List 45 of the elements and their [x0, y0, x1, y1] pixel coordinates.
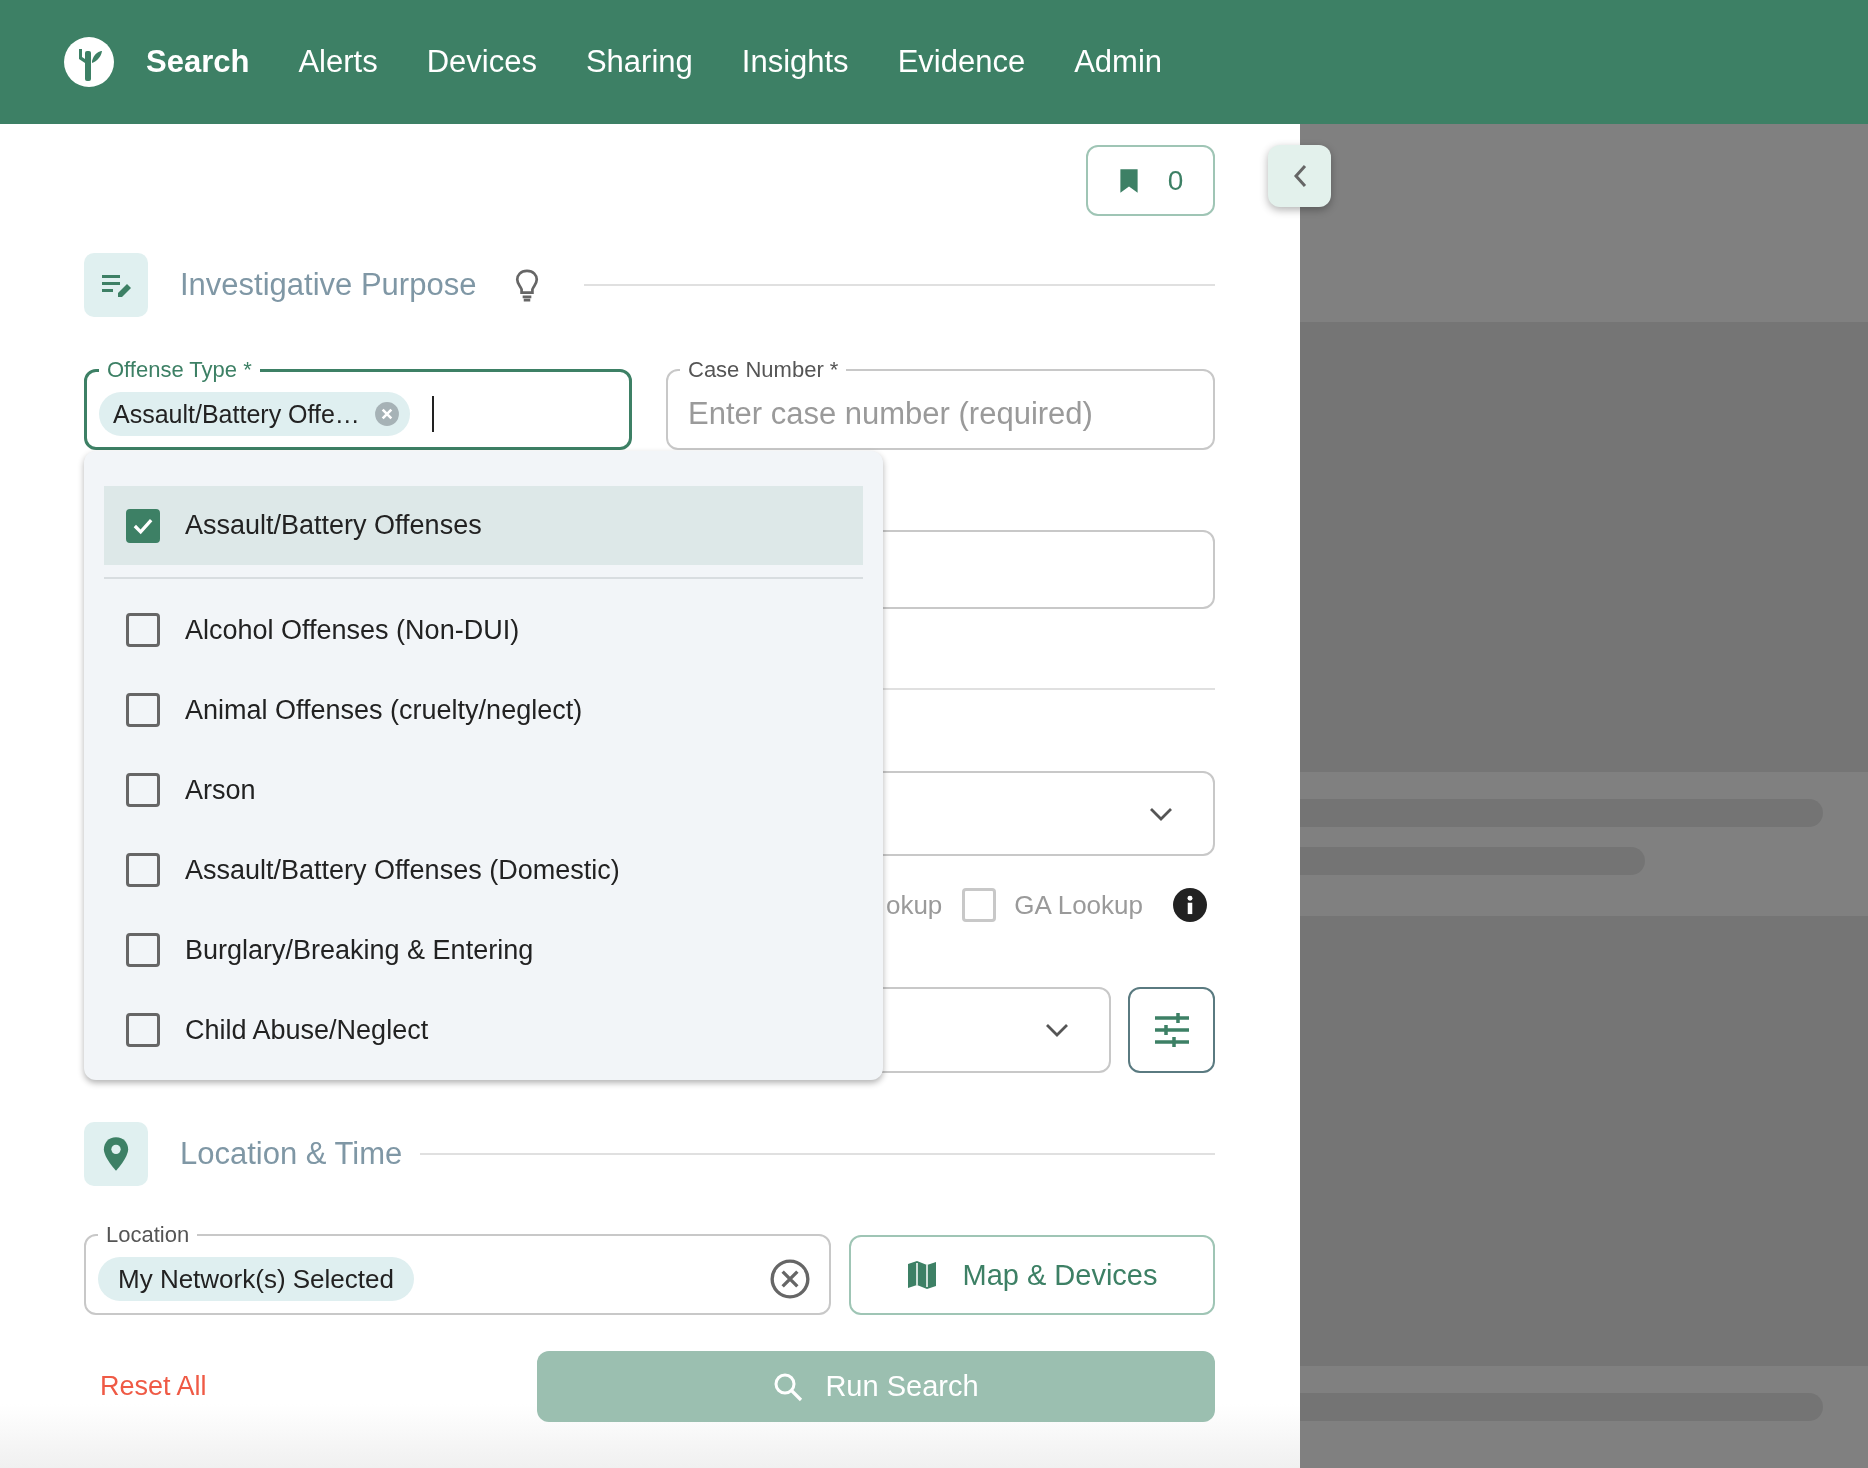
bookmark-icon	[1117, 166, 1140, 195]
location-chip[interactable]: My Network(s) Selected	[98, 1257, 414, 1301]
text-cursor	[431, 396, 434, 432]
map-pin-icon	[84, 1122, 148, 1186]
checkbox[interactable]	[126, 773, 160, 807]
bookmarks-button[interactable]: 0	[1086, 145, 1215, 216]
info-icon[interactable]	[1173, 888, 1207, 922]
checkbox[interactable]	[126, 933, 160, 967]
clear-icon[interactable]	[769, 1258, 811, 1300]
section-title: Location & Time	[180, 1136, 403, 1172]
nav-tab[interactable]: Devices	[426, 44, 537, 80]
nav-tab[interactable]: Insights	[741, 44, 849, 80]
checkbox-label: okup	[885, 889, 943, 921]
menu-option[interactable]: Child Abuse/Neglect	[104, 990, 863, 1070]
menu-option[interactable]: Arson	[104, 750, 863, 830]
checkbox[interactable]	[126, 613, 160, 647]
checkbox[interactable]	[126, 508, 160, 543]
checkbox[interactable]	[962, 888, 997, 922]
lightbulb-icon[interactable]	[514, 267, 541, 303]
menu-option[interactable]: Assault/Battery Offenses (Domestic)	[104, 830, 863, 910]
menu-option[interactable]: Alcohol Offenses (Non-DUI)	[104, 590, 863, 670]
section-title: Investigative Purpose	[180, 267, 477, 303]
nav-tab[interactable]: Search	[146, 44, 250, 80]
chevron-down-icon	[1149, 806, 1173, 821]
filter-button[interactable]	[1128, 987, 1215, 1073]
nav-tab[interactable]: Sharing	[585, 44, 693, 80]
checkbox[interactable]	[126, 1013, 160, 1047]
checkbox[interactable]	[126, 853, 160, 887]
menu-option[interactable]: Animal Offenses (cruelty/neglect)	[104, 670, 863, 750]
nav-tab[interactable]: Evidence	[897, 44, 1026, 80]
selected-chip[interactable]: Assault/Battery Offe…	[99, 392, 410, 436]
nav-tab[interactable]: Admin	[1074, 44, 1163, 80]
collapse-button[interactable]	[1268, 145, 1331, 207]
case-number-input[interactable]: Enter case number (required)	[680, 396, 1201, 432]
menu-option[interactable]: Assault/Battery Offenses	[104, 486, 863, 565]
map-devices-button[interactable]: Map & Devices	[849, 1235, 1215, 1315]
logo-icon[interactable]	[64, 37, 114, 87]
chevron-down-icon	[1045, 1023, 1069, 1037]
checkbox[interactable]	[126, 693, 160, 727]
search-icon	[773, 1371, 804, 1402]
nav-tab[interactable]: Alerts	[298, 44, 378, 80]
notes-edit-icon	[84, 253, 148, 317]
map-icon	[906, 1259, 939, 1291]
menu-option[interactable]: Burglary/Breaking & Entering	[104, 910, 863, 990]
checkbox-label: GA Lookup	[1014, 889, 1143, 921]
